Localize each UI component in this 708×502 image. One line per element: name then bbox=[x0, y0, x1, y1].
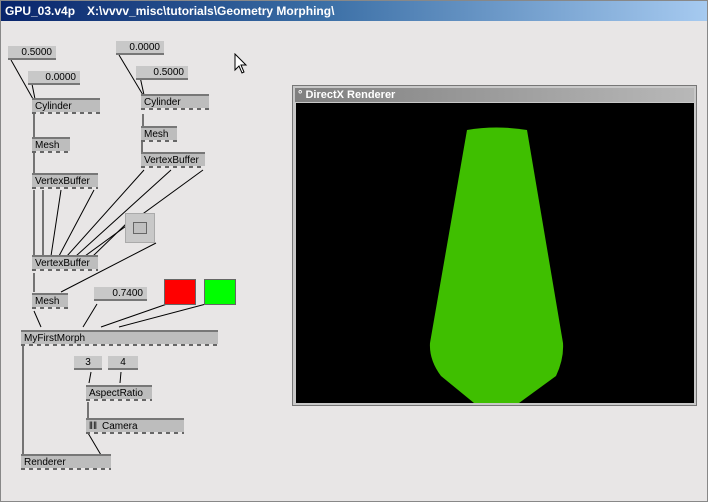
toggle-button-square bbox=[133, 222, 147, 234]
toggle-button[interactable] bbox=[125, 213, 155, 243]
mesh-node-right[interactable]: Mesh bbox=[141, 126, 177, 142]
window-titlebar[interactable]: GPU_03.v4p X:\vvvv_misc\tutorials\Geomet… bbox=[1, 1, 707, 21]
renderer-title: DirectX Renderer bbox=[305, 89, 396, 101]
renderer-node[interactable]: Renderer bbox=[21, 454, 111, 470]
color-box-green[interactable] bbox=[204, 279, 236, 305]
mesh-join-node[interactable]: Mesh bbox=[32, 293, 68, 309]
value-box-6[interactable]: 3 bbox=[74, 356, 102, 370]
color-box-red[interactable] bbox=[164, 279, 196, 305]
renderer-titlebar[interactable]: ° DirectX Renderer bbox=[295, 88, 694, 102]
value-box-1[interactable]: 0.5000 bbox=[8, 46, 56, 60]
mesh-node-left[interactable]: Mesh bbox=[32, 137, 70, 153]
mouse-cursor-icon bbox=[234, 53, 248, 74]
value-box-5[interactable]: 0.7400 bbox=[94, 287, 147, 301]
patch-canvas[interactable]: 0.5000 0.0000 0.0000 0.5000 Cylinder Cyl… bbox=[1, 21, 707, 501]
value-box-4[interactable]: 0.5000 bbox=[136, 66, 188, 80]
patch-window: GPU_03.v4p X:\vvvv_misc\tutorials\Geomet… bbox=[0, 0, 708, 502]
cylinder-node-left[interactable]: Cylinder bbox=[32, 98, 100, 114]
vertexbuffer-node-left[interactable]: VertexBuffer bbox=[32, 173, 98, 189]
patch-path: X:\vvvv_misc\tutorials\Geometry Morphing… bbox=[87, 4, 335, 18]
rendered-shape bbox=[429, 127, 564, 403]
vertexbuffer-join-node[interactable]: VertexBuffer bbox=[32, 255, 98, 271]
camera-grip-icon: ‖‖ bbox=[88, 421, 98, 432]
cylinder-node-right[interactable]: Cylinder bbox=[141, 94, 209, 110]
value-box-3[interactable]: 0.0000 bbox=[116, 41, 164, 55]
aspectratio-node[interactable]: AspectRatio bbox=[86, 385, 152, 401]
render-viewport[interactable] bbox=[296, 103, 694, 403]
value-box-2[interactable]: 0.0000 bbox=[28, 71, 80, 85]
value-box-7[interactable]: 4 bbox=[108, 356, 138, 370]
directx-renderer-window[interactable]: ° DirectX Renderer bbox=[292, 85, 697, 406]
myfirstmorph-node[interactable]: MyFirstMorph bbox=[21, 330, 218, 346]
camera-node[interactable]: ‖‖ Camera bbox=[86, 418, 184, 434]
vertexbuffer-node-right[interactable]: VertexBuffer bbox=[141, 152, 205, 168]
patch-file-name: GPU_03.v4p bbox=[5, 4, 76, 18]
camera-node-label: Camera bbox=[102, 421, 138, 432]
